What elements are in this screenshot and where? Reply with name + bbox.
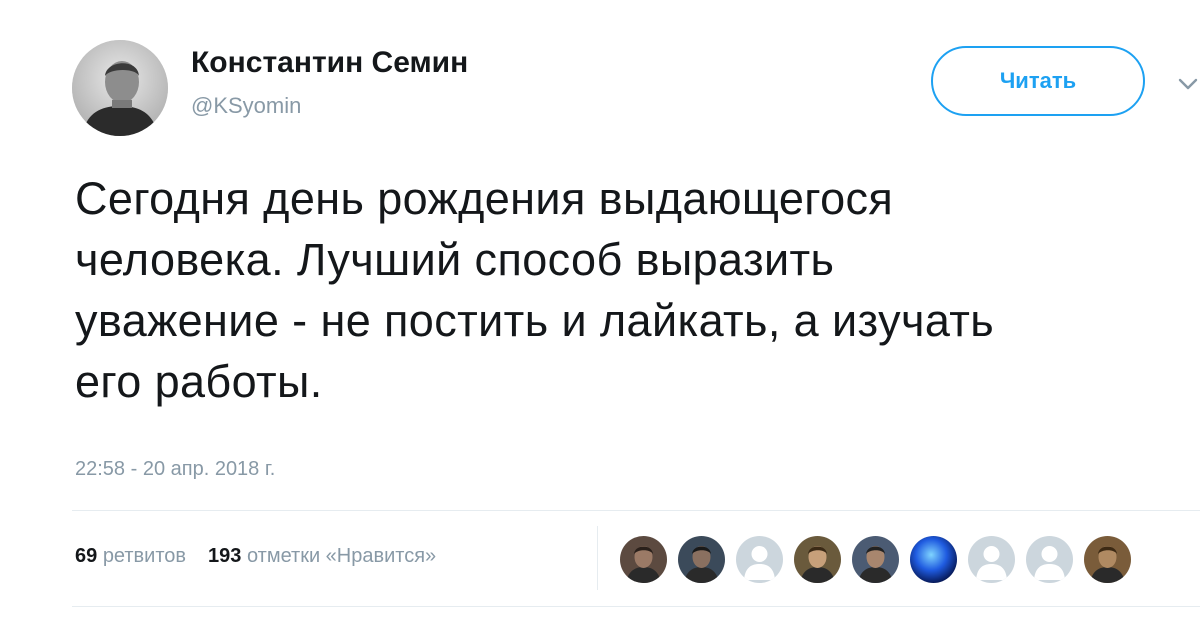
tweet-timestamp[interactable]: 22:58 - 20 апр. 2018 г. xyxy=(75,458,275,481)
divider xyxy=(72,510,1200,511)
divider xyxy=(72,606,1200,607)
author-avatar[interactable] xyxy=(72,40,168,136)
tweet-text: Сегодня день рождения выдающегося челове… xyxy=(75,168,1195,412)
tweet-text-line: уважение - не постить и лайкать, а изуча… xyxy=(75,295,995,346)
liker-avatar[interactable] xyxy=(852,536,899,583)
tweet-text-line: Сегодня день рождения выдающегося xyxy=(75,173,894,224)
liker-avatar[interactable] xyxy=(910,536,957,583)
likes-stat[interactable]: 193 отметки «Нравится» xyxy=(208,545,436,568)
default-user-icon[interactable] xyxy=(968,536,1015,583)
default-user-icon[interactable] xyxy=(1026,536,1073,583)
liker-avatar[interactable] xyxy=(1084,536,1131,583)
follow-button[interactable]: Читать xyxy=(931,46,1145,116)
author-handle[interactable]: @KSyomin xyxy=(191,93,301,119)
retweets-stat[interactable]: 69 ретвитов xyxy=(75,545,186,568)
likes-count: 193 xyxy=(208,545,242,567)
chevron-down-icon[interactable] xyxy=(1176,72,1200,96)
retweets-count: 69 xyxy=(75,545,98,567)
author-display-name[interactable]: Константин Семин xyxy=(191,46,468,80)
tweet-text-line: человека. Лучший способ выразить xyxy=(75,234,835,285)
liker-avatars xyxy=(620,536,1131,586)
tweet-stats: 69 ретвитов 193 отметки «Нравится» xyxy=(75,545,436,568)
retweets-label: ретвитов xyxy=(102,545,187,567)
tweet-text-line: его работы. xyxy=(75,356,323,407)
liker-avatar[interactable] xyxy=(620,536,667,583)
liker-avatar[interactable] xyxy=(794,536,841,583)
default-user-icon[interactable] xyxy=(736,536,783,583)
liker-avatar[interactable] xyxy=(678,536,725,583)
stats-separator xyxy=(597,526,598,590)
likes-label: отметки «Нравится» xyxy=(246,545,437,567)
follow-button-label: Читать xyxy=(999,68,1077,93)
